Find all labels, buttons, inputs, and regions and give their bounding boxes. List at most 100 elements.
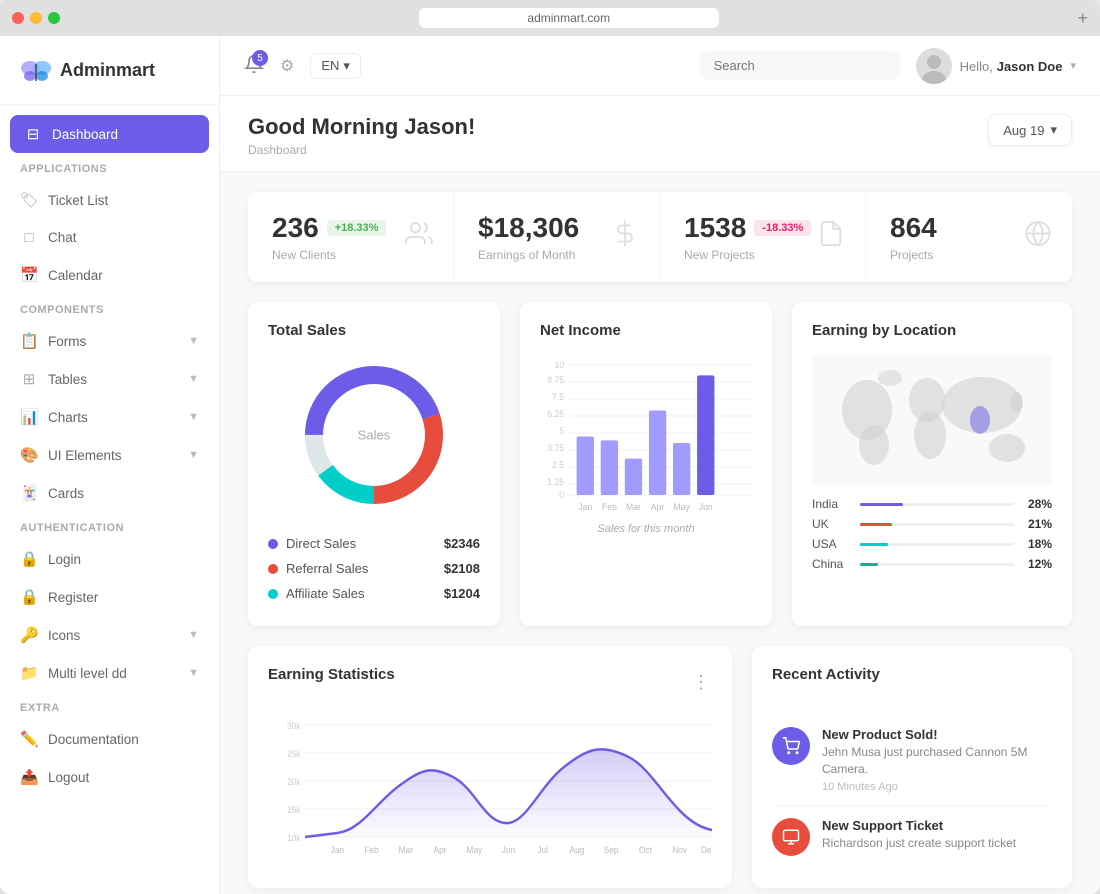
- search-box[interactable]: [700, 51, 900, 80]
- lang-label: EN: [321, 58, 339, 73]
- notifications-button[interactable]: 5: [244, 54, 264, 77]
- chart-subtitle: Sales for this month: [540, 523, 752, 535]
- legend-value-affiliate: $1204: [444, 586, 480, 601]
- location-item-china: China 12%: [812, 557, 1052, 571]
- chevron-down-icon: ▼: [188, 667, 199, 679]
- svg-text:Jan: Jan: [331, 845, 345, 855]
- location-name: India: [812, 497, 852, 511]
- content-header: Good Morning Jason! Dashboard Aug 19 ▾: [220, 96, 1100, 172]
- activity-title-text: New Product Sold!: [822, 727, 1052, 742]
- stat-card-projects: 864 Projects: [866, 192, 1072, 282]
- svg-text:May: May: [673, 502, 690, 512]
- svg-text:25k: 25k: [287, 749, 301, 759]
- svg-text:3.75: 3.75: [547, 443, 564, 453]
- legend-value-direct: $2346: [444, 536, 480, 551]
- sidebar-navigation: ⊟ Dashboard APPLICATIONS 🏷 Ticket List □…: [0, 105, 219, 806]
- svg-text:Apr: Apr: [434, 845, 447, 855]
- net-income-card: Net Income: [520, 302, 772, 626]
- ui-elements-icon: 🎨: [20, 446, 38, 464]
- section-label-applications: APPLICATIONS: [0, 153, 219, 181]
- sidebar-item-cards[interactable]: 🃏 Cards: [0, 474, 219, 512]
- browser-window: adminmart.com + Adminmart ⊟: [0, 0, 1100, 894]
- date-selector[interactable]: Aug 19 ▾: [988, 114, 1072, 146]
- earning-stats-card: Earning Statistics ⋮: [248, 646, 732, 888]
- sidebar-item-logout[interactable]: 📤 Logout: [0, 758, 219, 796]
- section-label-authentication: AUTHENTICATION: [0, 512, 219, 540]
- sidebar-item-dashboard[interactable]: ⊟ Dashboard: [10, 115, 209, 153]
- sidebar-logo: Adminmart: [0, 36, 219, 105]
- chevron-down-icon: ▼: [188, 449, 199, 461]
- activity-icon-cart: [772, 727, 810, 765]
- user-menu[interactable]: Hello, Jason Doe ▾: [916, 48, 1076, 84]
- sidebar-item-label: UI Elements: [48, 448, 122, 463]
- donut-center-label: Sales: [358, 428, 391, 443]
- stat-card-projects-new: 1538 -18.33% New Projects: [660, 192, 866, 282]
- sidebar-item-calendar[interactable]: 📅 Calendar: [0, 256, 219, 294]
- svg-text:Nov: Nov: [672, 845, 687, 855]
- activity-content: New Support Ticket Richardson just creat…: [822, 818, 1052, 856]
- sidebar-item-forms[interactable]: 📋 Forms ▼: [0, 322, 219, 360]
- activity-icon-ticket: [772, 818, 810, 856]
- search-input[interactable]: [714, 58, 890, 73]
- world-map: [812, 355, 1052, 485]
- legend-dot-affiliate: [268, 589, 278, 599]
- location-pct: 28%: [1022, 497, 1052, 511]
- url-bar: adminmart.com: [68, 8, 1069, 28]
- svg-text:0: 0: [559, 490, 564, 500]
- sidebar-item-ticket-list[interactable]: 🏷 Ticket List: [0, 181, 219, 219]
- breadcrumb: Dashboard: [248, 143, 475, 157]
- sidebar: Adminmart ⊟ Dashboard APPLICATIONS 🏷 Tic…: [0, 36, 220, 894]
- dashboard-icon: ⊟: [24, 125, 42, 143]
- maximize-button[interactable]: [48, 12, 60, 24]
- location-bar-china: [860, 563, 878, 566]
- section-label-components: COMPONENTS: [0, 294, 219, 322]
- sidebar-item-tables[interactable]: ⊞ Tables ▼: [0, 360, 219, 398]
- activity-desc: Richardson just create support ticket: [822, 835, 1052, 852]
- svg-text:Jan: Jan: [578, 502, 592, 512]
- sidebar-item-login[interactable]: 🔒 Login: [0, 540, 219, 578]
- settings-button[interactable]: ⚙: [280, 56, 294, 76]
- browser-titlebar: adminmart.com +: [0, 0, 1100, 36]
- sidebar-item-label: Calendar: [48, 268, 103, 283]
- stat-card-earnings: $18,306 Earnings of Month: [454, 192, 660, 282]
- legend-label-direct: Direct Sales: [286, 536, 356, 551]
- language-selector[interactable]: EN ▾: [310, 53, 361, 79]
- svg-text:1.25: 1.25: [547, 477, 564, 487]
- location-item-usa: USA 18%: [812, 537, 1052, 551]
- chart-title: Total Sales: [268, 322, 480, 339]
- location-legend: India 28% UK: [812, 497, 1052, 571]
- sidebar-item-multilevel[interactable]: 📁 Multi level dd ▼: [0, 654, 219, 692]
- donut-chart: Sales Direct Sales $2346: [268, 355, 480, 606]
- sidebar-item-charts[interactable]: 📊 Charts ▼: [0, 398, 219, 436]
- activity-title-text: New Support Ticket: [822, 818, 1052, 833]
- forms-icon: 📋: [20, 332, 38, 350]
- sidebar-item-documentation[interactable]: ✏️ Documentation: [0, 720, 219, 758]
- sidebar-item-label: Icons: [48, 628, 80, 643]
- close-button[interactable]: [12, 12, 24, 24]
- sidebar-item-label: Forms: [48, 334, 86, 349]
- sidebar-item-label: Logout: [48, 770, 89, 785]
- card-header: Earning Statistics ⋮: [268, 666, 712, 699]
- location-bar-india: [860, 503, 903, 506]
- logo-text: Adminmart: [60, 60, 155, 81]
- svg-text:May: May: [466, 845, 482, 855]
- earning-stats-title: Earning Statistics: [268, 666, 395, 683]
- activity-desc: Jehn Musa just purchased Cannon 5M Camer…: [822, 744, 1052, 778]
- sidebar-item-ui-elements[interactable]: 🎨 UI Elements ▼: [0, 436, 219, 474]
- page-title: Good Morning Jason!: [248, 114, 475, 140]
- sidebar-item-label: Cards: [48, 486, 84, 501]
- location-item-india: India 28%: [812, 497, 1052, 511]
- new-tab-button[interactable]: +: [1077, 8, 1088, 29]
- edit-icon: ✏️: [20, 730, 38, 748]
- more-options-button[interactable]: ⋮: [692, 672, 712, 693]
- svg-text:Feb: Feb: [364, 845, 379, 855]
- world-map-svg: [812, 360, 1052, 480]
- sidebar-item-register[interactable]: 🔒 Register: [0, 578, 219, 616]
- sidebar-item-icons[interactable]: 🔑 Icons ▼: [0, 616, 219, 654]
- sidebar-item-chat[interactable]: □ Chat: [0, 219, 219, 256]
- address-bar[interactable]: adminmart.com: [419, 8, 719, 28]
- svg-text:30k: 30k: [287, 721, 301, 731]
- minimize-button[interactable]: [30, 12, 42, 24]
- svg-text:5: 5: [559, 426, 564, 436]
- location-item-uk: UK 21%: [812, 517, 1052, 531]
